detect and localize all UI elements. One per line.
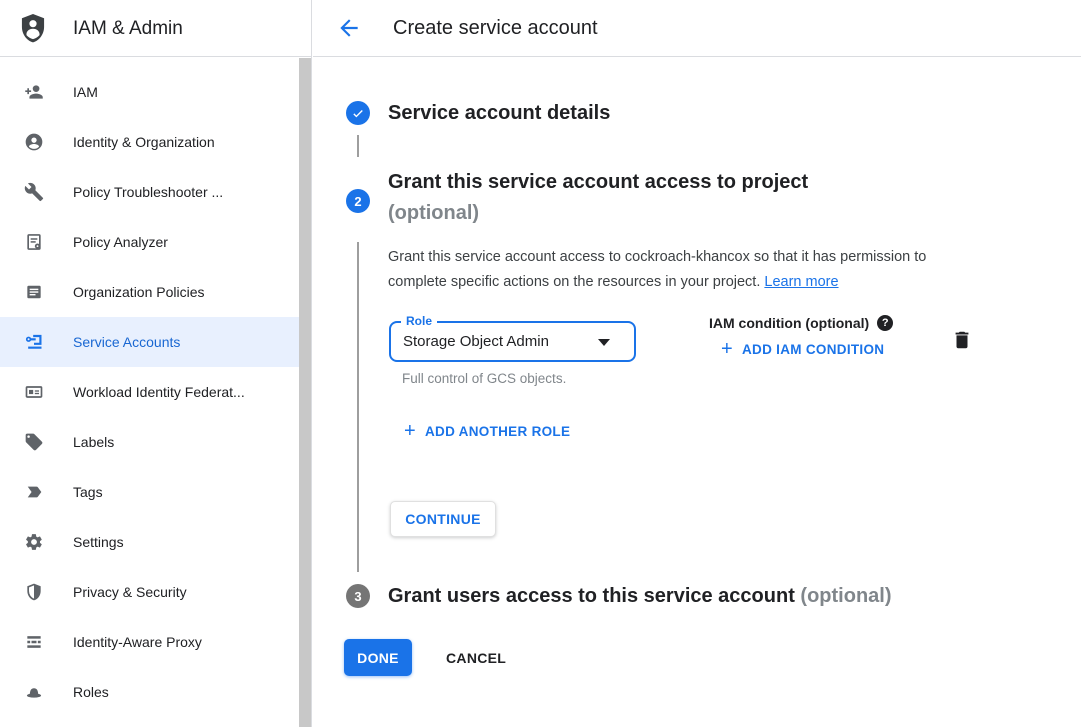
continue-button[interactable]: CONTINUE xyxy=(390,501,496,537)
person-add-icon xyxy=(24,82,44,102)
create-service-account-page: IAM & Admin IAM Id xyxy=(0,0,1081,727)
sidebar-header: IAM & Admin xyxy=(0,0,311,57)
check-icon xyxy=(351,106,365,120)
sidebar-item-label: Policy Analyzer xyxy=(73,234,168,250)
step2-number: 2 xyxy=(354,194,361,209)
document-lines-icon xyxy=(24,282,44,302)
step2-title: Grant this service account access to pro… xyxy=(388,167,948,229)
sidebar: IAM & Admin IAM Id xyxy=(0,0,312,727)
sidebar-item-label: IAM xyxy=(73,84,98,100)
sidebar-item-label: Roles xyxy=(73,684,109,700)
sidebar-item-roles[interactable]: Roles xyxy=(0,667,311,717)
plus-icon: + xyxy=(404,423,416,439)
step2-indicator: 2 xyxy=(346,189,370,213)
badge-card-icon xyxy=(24,382,44,402)
step2-description-text: Grant this service account access to coc… xyxy=(388,249,926,290)
step2-title-text: Grant this service account access to pro… xyxy=(388,171,808,193)
step3-optional-label: (optional) xyxy=(800,585,891,607)
policy-analyzer-icon xyxy=(24,232,44,252)
iam-condition-label-text: IAM condition (optional) xyxy=(709,315,869,331)
sidebar-item-policy-troubleshooter[interactable]: Policy Troubleshooter ... xyxy=(0,167,311,217)
label-tag-icon xyxy=(24,432,44,452)
sidebar-item-label: Identity-Aware Proxy xyxy=(73,634,202,650)
back-arrow-icon[interactable] xyxy=(336,15,362,41)
sidebar-nav: IAM Identity & Organization Policy Troub… xyxy=(0,57,311,717)
role-select[interactable]: Role Storage Object Admin xyxy=(389,321,636,362)
step3-indicator: 3 xyxy=(346,584,370,608)
cancel-button[interactable]: CANCEL xyxy=(446,639,506,676)
sidebar-item-label: Service Accounts xyxy=(73,334,180,350)
sidebar-item-label: Workload Identity Federat... xyxy=(73,384,245,400)
plus-icon: + xyxy=(721,341,733,357)
sidebar-item-settings[interactable]: Settings xyxy=(0,517,311,567)
sidebar-item-organization-policies[interactable]: Organization Policies xyxy=(0,267,311,317)
main-panel: Create service account Service account d… xyxy=(313,0,1081,727)
sidebar-item-identity-organization[interactable]: Identity & Organization xyxy=(0,117,311,167)
step-connector xyxy=(357,135,359,157)
sidebar-item-label: Labels xyxy=(73,434,114,450)
sidebar-item-policy-analyzer[interactable]: Policy Analyzer xyxy=(0,217,311,267)
service-account-key-icon xyxy=(24,332,44,352)
role-field-label: Role xyxy=(401,314,437,328)
add-another-role-label: ADD ANOTHER ROLE xyxy=(425,424,570,439)
done-button[interactable]: DONE xyxy=(344,639,412,676)
add-another-role-button[interactable]: + ADD ANOTHER ROLE xyxy=(404,423,570,439)
sidebar-item-label: Settings xyxy=(73,534,124,550)
half-shield-icon xyxy=(24,582,44,602)
tag-arrow-icon xyxy=(24,482,44,502)
role-selected-value: Storage Object Admin xyxy=(403,333,549,350)
main-header: Create service account xyxy=(313,0,1081,57)
trash-icon[interactable] xyxy=(951,328,973,352)
gear-icon xyxy=(24,532,44,552)
account-circle-icon xyxy=(24,132,44,152)
sidebar-item-label: Organization Policies xyxy=(73,284,205,300)
sidebar-item-label: Privacy & Security xyxy=(73,584,187,600)
sidebar-item-label: Tags xyxy=(73,484,103,500)
wrench-icon xyxy=(24,182,44,202)
sidebar-scrollbar[interactable] xyxy=(299,58,311,727)
step3-title: Grant users access to this service accou… xyxy=(388,583,892,609)
role-helper-text: Full control of GCS objects. xyxy=(402,371,566,386)
step3-number: 3 xyxy=(354,589,361,604)
learn-more-link[interactable]: Learn more xyxy=(764,274,838,290)
iam-shield-icon xyxy=(19,12,47,44)
proxy-grid-icon xyxy=(24,632,44,652)
sidebar-item-labels[interactable]: Labels xyxy=(0,417,311,467)
hat-icon xyxy=(24,682,44,702)
step-connector xyxy=(357,242,359,572)
help-icon[interactable]: ? xyxy=(877,315,893,331)
add-iam-condition-label: ADD IAM CONDITION xyxy=(742,342,884,357)
sidebar-item-tags[interactable]: Tags xyxy=(0,467,311,517)
sidebar-item-workload-identity-federation[interactable]: Workload Identity Federat... xyxy=(0,367,311,417)
stepper-content: Service account details 2 Grant this ser… xyxy=(313,57,1081,727)
sidebar-item-label: Policy Troubleshooter ... xyxy=(73,184,223,200)
page-title: Create service account xyxy=(393,0,598,57)
step1-title: Service account details xyxy=(388,101,610,125)
iam-condition-label: IAM condition (optional) ? xyxy=(709,315,893,331)
step2-description: Grant this service account access to coc… xyxy=(388,245,988,295)
sidebar-item-iam[interactable]: IAM xyxy=(0,67,311,117)
step3-title-text: Grant users access to this service accou… xyxy=(388,585,795,607)
sidebar-item-privacy-security[interactable]: Privacy & Security xyxy=(0,567,311,617)
add-iam-condition-button[interactable]: + ADD IAM CONDITION xyxy=(721,341,884,357)
dropdown-caret-icon xyxy=(598,339,610,346)
step1-indicator xyxy=(346,101,370,125)
sidebar-title: IAM & Admin xyxy=(73,0,183,57)
step2-optional-label: (optional) xyxy=(388,202,479,224)
sidebar-item-service-accounts[interactable]: Service Accounts xyxy=(0,317,311,367)
sidebar-item-label: Identity & Organization xyxy=(73,134,215,150)
sidebar-item-identity-aware-proxy[interactable]: Identity-Aware Proxy xyxy=(0,617,311,667)
